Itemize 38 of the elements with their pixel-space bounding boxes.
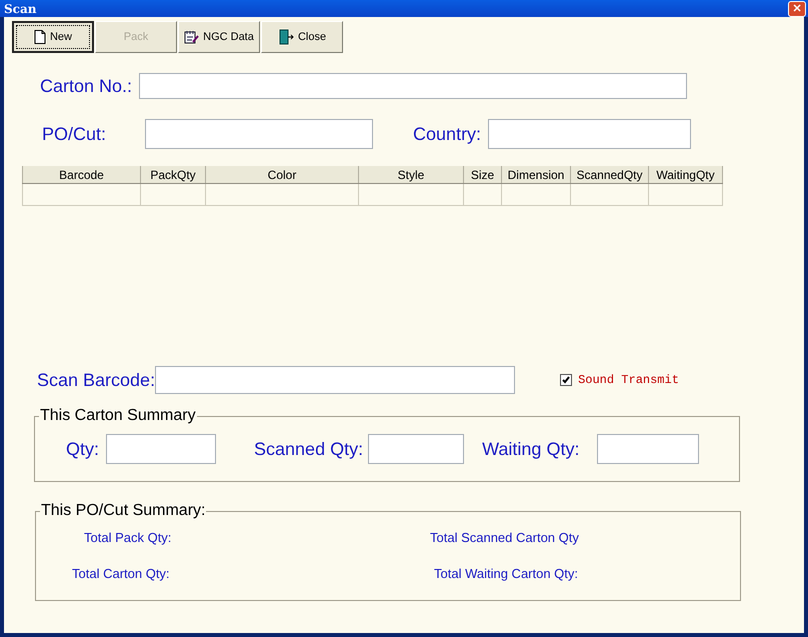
checkbox[interactable] bbox=[560, 374, 572, 386]
column-header[interactable]: Barcode bbox=[22, 166, 140, 184]
input-field[interactable] bbox=[145, 119, 374, 149]
group-title: This PO/Cut Summary: bbox=[40, 502, 206, 520]
column-header[interactable]: PackQty bbox=[140, 166, 206, 184]
input-field[interactable] bbox=[155, 366, 516, 394]
field-label: Qty: bbox=[66, 438, 100, 460]
summary-label: Total Pack Qty: bbox=[84, 530, 172, 545]
window-title: Scan bbox=[4, 2, 36, 16]
column-header[interactable]: Dimension bbox=[502, 166, 570, 184]
group-title: This Carton Summary bbox=[39, 407, 197, 425]
column-header[interactable]: WaitingQty bbox=[648, 166, 722, 184]
field-label: Country: bbox=[413, 124, 482, 144]
column-header[interactable]: ScannedQty bbox=[570, 166, 648, 184]
close-button[interactable]: Close bbox=[261, 21, 343, 53]
field-label: Scan Barcode: bbox=[37, 370, 156, 390]
checkbox-label: Sound Transmit bbox=[578, 373, 679, 387]
column-header[interactable]: Size bbox=[464, 166, 502, 184]
input-field[interactable] bbox=[139, 73, 688, 99]
input-field[interactable] bbox=[368, 434, 464, 464]
summary-label: Total Carton Qty: bbox=[72, 566, 171, 581]
notepad-icon bbox=[184, 30, 200, 44]
data-button[interactable]: NGC Data bbox=[178, 21, 260, 53]
field-label: Waiting Qty: bbox=[482, 438, 580, 460]
summary-label: Total Scanned Carton Qty bbox=[430, 530, 580, 545]
field-label: PO/Cut: bbox=[42, 124, 106, 144]
column-header[interactable]: Color bbox=[206, 166, 358, 184]
new-button[interactable]: New bbox=[12, 21, 94, 53]
column-header[interactable]: Style bbox=[358, 166, 464, 184]
summary-label: Total Waiting Carton Qty: bbox=[434, 566, 580, 581]
field-label: Carton No.: bbox=[40, 76, 132, 96]
input-field[interactable] bbox=[106, 434, 216, 464]
input-field[interactable] bbox=[597, 434, 700, 464]
document-icon bbox=[34, 30, 46, 44]
field-label: Scanned Qty: bbox=[254, 438, 364, 460]
close-button[interactable]: ✕ bbox=[788, 0, 806, 16]
door-icon bbox=[278, 29, 294, 45]
input-field[interactable] bbox=[488, 119, 692, 149]
